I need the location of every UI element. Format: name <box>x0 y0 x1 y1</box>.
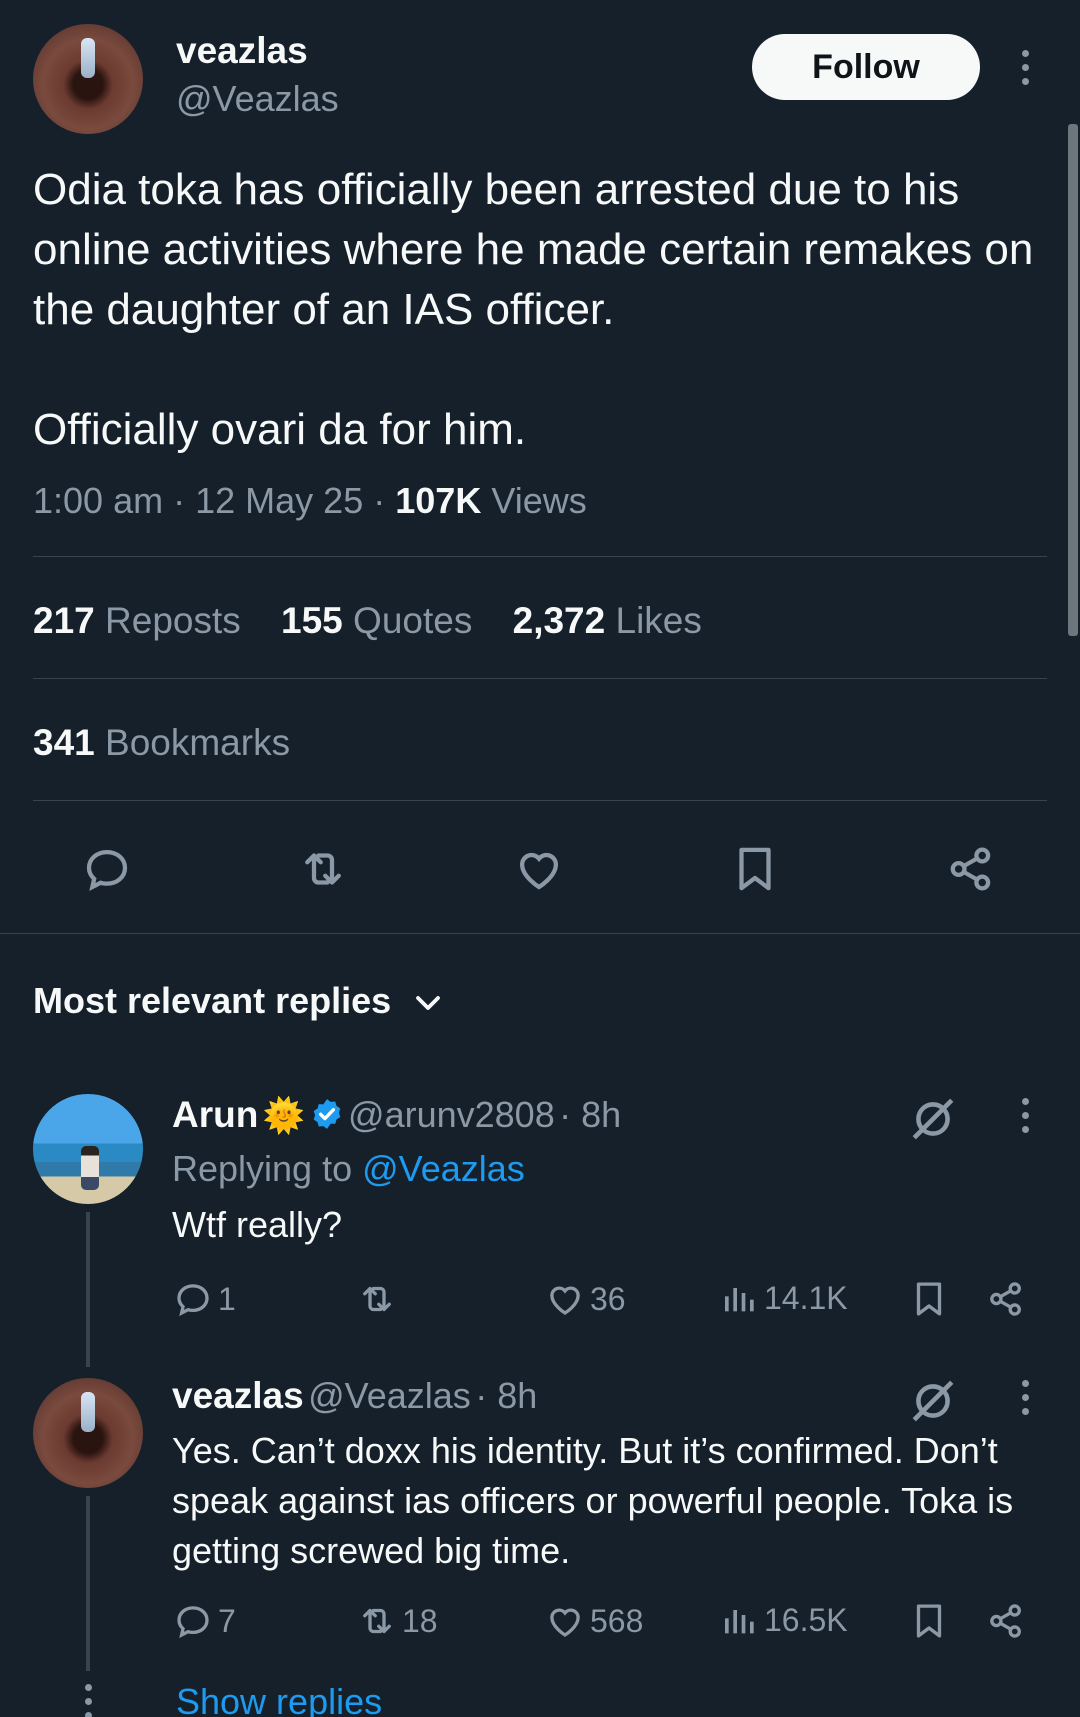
like-count: 568 <box>590 1602 644 1639</box>
reply-author-name[interactable]: Arun <box>172 1094 258 1135</box>
meta-separator: · <box>173 480 186 521</box>
reply-repost-button[interactable] <box>356 1278 402 1320</box>
repost-icon <box>363 1608 391 1634</box>
bookmarks-stat[interactable]: 341 Bookmarks <box>33 722 290 764</box>
more-options-icon[interactable] <box>1019 1380 1031 1415</box>
bookmarks-count: 341 <box>33 722 95 763</box>
reply-time: · 8h <box>475 1375 538 1416</box>
reply-author-handle[interactable]: @arunv2808 <box>348 1094 555 1135</box>
reply-text: Wtf really? <box>172 1204 343 1245</box>
tweet-text: Odia toka has officially been arrested d… <box>33 165 1034 454</box>
reposts-label: Reposts <box>105 600 241 641</box>
author-name[interactable]: veazlas <box>176 30 308 72</box>
reply-author-handle[interactable]: @Veazlas <box>308 1375 471 1416</box>
more-options-icon[interactable] <box>1019 50 1031 85</box>
reply-icon[interactable] <box>80 842 134 896</box>
reply-time: · 8h <box>559 1094 622 1135</box>
like-icon[interactable] <box>512 842 566 896</box>
comment-count: 1 <box>218 1280 236 1317</box>
replying-to-prefix: Replying to <box>172 1148 353 1189</box>
bookmark-icon[interactable] <box>908 1278 950 1320</box>
reply-avatar[interactable] <box>33 1378 143 1488</box>
tweet-meta: 1:00 am · 12 May 25 · 107K Views <box>33 480 587 522</box>
likes-count: 2,372 <box>512 600 606 641</box>
reply-views-button[interactable]: 14.1K <box>720 1278 848 1318</box>
author-avatar[interactable] <box>33 24 143 134</box>
divider <box>33 800 1047 801</box>
reply-comment-button[interactable]: 7 <box>172 1600 236 1642</box>
sun-emoji-icon: 🌞 <box>262 1097 306 1135</box>
replies-sort-label: Most relevant replies <box>33 980 392 1021</box>
reply-header: Arun 🌞 @arunv2808 · 8h <box>172 1094 621 1136</box>
repost-icon <box>363 1286 391 1312</box>
bookmark-icon[interactable] <box>908 1600 950 1642</box>
views-count: 16.5K <box>764 1601 848 1638</box>
meta-separator: · <box>373 480 386 521</box>
views-icon <box>725 1610 754 1634</box>
engagement-stats: 217 Reposts 155 Quotes 2,372 Likes <box>33 600 702 642</box>
share-icon[interactable] <box>985 1600 1027 1642</box>
replies-sort-dropdown[interactable]: Most relevant replies <box>33 980 443 1022</box>
share-icon[interactable] <box>944 842 998 896</box>
replying-to: Replying to @Veazlas <box>172 1148 525 1190</box>
repost-icon[interactable] <box>296 842 350 896</box>
like-icon <box>550 1286 580 1315</box>
grok-icon[interactable] <box>908 1094 958 1144</box>
repost-count: 18 <box>402 1602 438 1639</box>
quotes-label: Quotes <box>353 600 473 641</box>
views-count: 107K <box>395 480 482 521</box>
quotes-stat[interactable]: 155 Quotes <box>281 600 472 641</box>
follow-button[interactable]: Follow <box>752 34 980 100</box>
replying-to-handle[interactable]: @Veazlas <box>362 1148 525 1189</box>
comment-count: 7 <box>218 1602 236 1639</box>
reply-icon <box>177 1606 209 1639</box>
views-count: 14.1K <box>764 1279 848 1316</box>
reply-text: Yes. Can’t doxx his identity. But it’s c… <box>172 1430 1014 1571</box>
quotes-count: 155 <box>281 600 343 641</box>
reply-like-button[interactable]: 568 <box>544 1600 643 1642</box>
bookmarks-label: Bookmarks <box>105 722 291 763</box>
likes-stat[interactable]: 2,372 Likes <box>513 600 702 641</box>
tweet-date: 12 May 25 <box>195 480 364 521</box>
reposts-stat[interactable]: 217 Reposts <box>33 600 241 641</box>
reply-repost-button[interactable]: 18 <box>356 1600 438 1642</box>
thread-continue-dots-icon <box>82 1684 94 1717</box>
like-icon <box>550 1608 580 1637</box>
thread-line <box>86 1212 90 1367</box>
bookmark-icon[interactable] <box>728 842 782 896</box>
section-divider <box>0 933 1080 934</box>
author-handle[interactable]: @Veazlas <box>176 78 339 120</box>
reply-avatar[interactable] <box>33 1094 143 1204</box>
divider <box>33 556 1047 557</box>
scrollbar[interactable] <box>1068 124 1078 636</box>
thread-line <box>86 1496 90 1671</box>
views-label: Views <box>491 480 587 521</box>
show-replies-link[interactable]: Show replies <box>176 1681 382 1717</box>
share-icon[interactable] <box>985 1278 1027 1320</box>
like-count: 36 <box>590 1280 626 1317</box>
reply-views-button[interactable]: 16.5K <box>720 1600 848 1640</box>
divider <box>33 678 1047 679</box>
reply-comment-button[interactable]: 1 <box>172 1278 236 1320</box>
reply-icon <box>177 1284 209 1317</box>
verified-badge-icon <box>313 1099 340 1129</box>
likes-label: Likes <box>615 600 702 641</box>
reply-author-name[interactable]: veazlas <box>172 1375 304 1416</box>
views-icon <box>725 1288 754 1312</box>
grok-icon[interactable] <box>908 1376 958 1426</box>
reposts-count: 217 <box>33 600 95 641</box>
reply-like-button[interactable]: 36 <box>544 1278 626 1320</box>
more-options-icon[interactable] <box>1019 1098 1031 1133</box>
chevron-down-icon <box>416 996 441 1011</box>
tweet-time: 1:00 am <box>33 480 164 521</box>
reply-header: veazlas @Veazlas · 8h <box>172 1375 537 1417</box>
